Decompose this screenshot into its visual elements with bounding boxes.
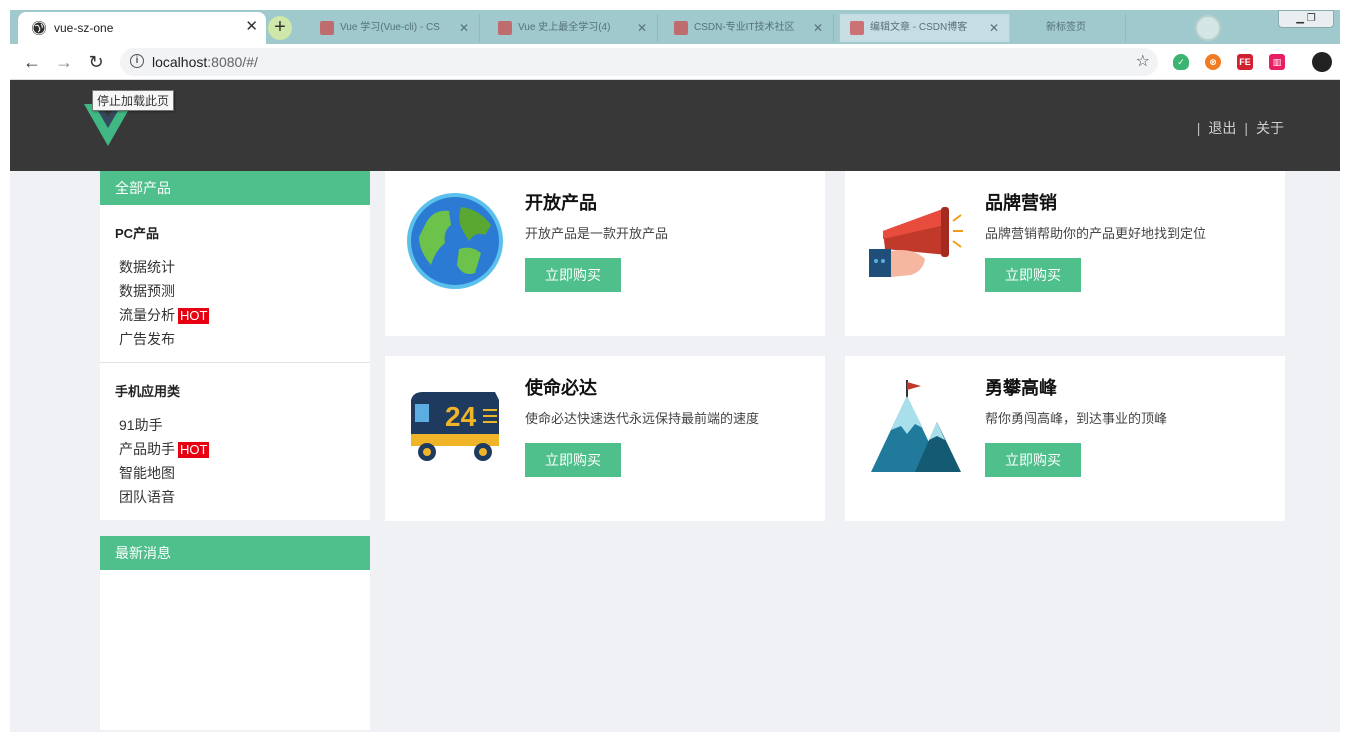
all-products-panel-title: 全部产品: [100, 171, 370, 205]
product-description: 帮你勇闯高峰，到达事业的顶峰: [985, 411, 1168, 426]
products-menu: PC产品 数据统计 数据预测 流量分析 HOT 广告发布 手机应用类 91助手 产…: [100, 205, 370, 520]
address-bar[interactable]: i localhost:8080/#/ ☆: [120, 48, 1158, 76]
app-header: 停止加载此页 | 退出 | 关于: [10, 80, 1340, 171]
url-text[interactable]: localhost:8080/#/: [152, 54, 258, 70]
menu-item[interactable]: 数据预测: [100, 279, 370, 303]
product-description: 使命必达快速迭代永远保持最前端的速度: [525, 411, 760, 426]
browser-toolbar: ← → ↻ i localhost:8080/#/ ☆ ✓ ⊗ FE ▥: [10, 44, 1340, 80]
url-path: :8080/#/: [207, 54, 258, 70]
hot-badge: HOT: [178, 308, 210, 324]
background-tab[interactable]: Vue 史上最全学习(4) ✕: [488, 14, 658, 42]
menu-item[interactable]: 91助手: [100, 413, 370, 437]
menu-item[interactable]: 广告发布: [100, 327, 370, 351]
new-tab-button[interactable]: +: [268, 16, 292, 40]
nav-separator: |: [1244, 120, 1248, 136]
mountain-icon: [871, 380, 961, 472]
product-description: 品牌营销帮助你的产品更好地找到定位: [985, 226, 1207, 241]
buy-now-button[interactable]: 立即购买: [525, 443, 621, 477]
menu-item[interactable]: 智能地图: [100, 461, 370, 485]
close-tab-icon[interactable]: ✕: [989, 14, 999, 42]
account-avatar-icon[interactable]: [1312, 52, 1332, 72]
tab-title: vue-sz-one: [54, 21, 114, 35]
tab-title: CSDN-专业IT技术社区: [694, 22, 795, 33]
browser-window: vue-sz-one ✕ + Vue 学习(Vue-cli) - CS ✕ Vue…: [10, 10, 1340, 732]
menu-item[interactable]: 产品助手 HOT: [100, 437, 370, 461]
svg-text:24: 24: [445, 401, 477, 432]
tab-title: 新标签页: [1046, 22, 1086, 33]
window-controls[interactable]: ▁ ❐: [1278, 10, 1334, 28]
tab-strip: vue-sz-one ✕ + Vue 学习(Vue-cli) - CS ✕ Vue…: [10, 10, 1340, 44]
group-title-pc: PC产品: [115, 226, 160, 241]
menu-item[interactable]: 团队语音: [100, 485, 370, 509]
product-title: 勇攀高峰: [985, 378, 1057, 398]
close-tab-icon[interactable]: ✕: [813, 14, 823, 42]
globe-icon: [407, 193, 503, 289]
bookmark-star-icon[interactable]: ☆: [1136, 51, 1150, 71]
menu-item-label: 产品助手: [119, 441, 175, 457]
reload-icon[interactable]: ↻: [84, 50, 108, 74]
background-tab[interactable]: Vue 学习(Vue-cli) - CS ✕: [310, 14, 480, 42]
background-tab[interactable]: 新标签页: [1016, 14, 1126, 42]
product-card: 品牌营销 品牌营销帮助你的产品更好地找到定位 立即购买: [845, 171, 1285, 336]
shield-extension-icon[interactable]: ✓: [1173, 54, 1189, 70]
menu-item-label: 广告发布: [119, 331, 175, 347]
profile-icon[interactable]: [1195, 15, 1221, 41]
about-link[interactable]: 关于: [1256, 118, 1284, 138]
site-favicon-icon: [498, 21, 512, 35]
close-tab-icon[interactable]: ✕: [245, 18, 258, 36]
url-host: localhost: [152, 54, 208, 70]
product-title: 品牌营销: [985, 193, 1057, 213]
product-card: 勇攀高峰 帮你勇闯高峰，到达事业的顶峰 立即购买: [845, 356, 1285, 521]
top-nav: | 退出 | 关于: [1189, 118, 1284, 138]
site-favicon-icon: [320, 21, 334, 35]
tab-title: Vue 学习(Vue-cli) - CS: [340, 22, 440, 33]
menu-item[interactable]: 流量分析 HOT: [100, 303, 370, 327]
close-tab-icon[interactable]: ✕: [459, 14, 469, 42]
menu-item-label: 团队语音: [119, 489, 175, 505]
tab-active[interactable]: vue-sz-one ✕: [18, 12, 266, 44]
menu-item-label: 智能地图: [119, 465, 175, 481]
globe-favicon-icon: [32, 21, 46, 35]
menu-item[interactable]: 数据统计: [100, 255, 370, 279]
buy-now-button[interactable]: 立即购买: [525, 258, 621, 292]
product-description: 开放产品是一款开放产品: [525, 226, 669, 241]
close-tab-icon[interactable]: ✕: [637, 14, 647, 42]
megaphone-icon: [869, 207, 963, 277]
stop-loading-tooltip: 停止加载此页: [92, 90, 175, 111]
fe-extension-icon[interactable]: FE: [1237, 54, 1253, 70]
back-arrow-icon[interactable]: ←: [20, 50, 44, 74]
buy-now-button[interactable]: 立即购买: [985, 258, 1081, 292]
tab-title: 编辑文章 - CSDN博客: [870, 22, 968, 33]
info-icon[interactable]: i: [130, 54, 144, 68]
tab-title: Vue 史上最全学习(4): [518, 22, 611, 33]
background-tab[interactable]: 编辑文章 - CSDN博客 ✕: [840, 14, 1010, 42]
extension-icon[interactable]: ▥: [1269, 54, 1285, 70]
extension-icon[interactable]: ⊗: [1205, 54, 1221, 70]
latest-news-panel-title: 最新消息: [100, 536, 370, 570]
forward-arrow-icon[interactable]: →: [52, 50, 76, 74]
product-card: 开放产品 开放产品是一款开放产品 立即购买: [385, 171, 825, 336]
menu-item-label: 91助手: [119, 417, 163, 433]
latest-news-body: [100, 570, 370, 730]
product-card: 24 使命必达 使命必达快速迭代永远保持最前端的速度 立即购买: [385, 356, 825, 521]
background-tab[interactable]: CSDN-专业IT技术社区 ✕: [664, 14, 834, 42]
menu-item-label: 流量分析: [119, 307, 175, 323]
sidebar: 全部产品 PC产品 数据统计 数据预测 流量分析 HOT 广告发布 手机应用类 9…: [100, 171, 370, 730]
group-title-mobile: 手机应用类: [115, 384, 181, 399]
hot-badge: HOT: [178, 442, 210, 458]
delivery-truck-icon: 24: [411, 392, 499, 461]
nav-separator: |: [1196, 120, 1201, 136]
site-favicon-icon: [850, 21, 864, 35]
product-title: 使命必达: [525, 378, 597, 398]
menu-item-label: 数据预测: [119, 283, 175, 299]
buy-now-button[interactable]: 立即购买: [985, 443, 1081, 477]
logout-link[interactable]: 退出: [1208, 118, 1236, 138]
product-title: 开放产品: [525, 193, 597, 213]
menu-item-label: 数据统计: [119, 259, 175, 275]
site-favicon-icon: [674, 21, 688, 35]
